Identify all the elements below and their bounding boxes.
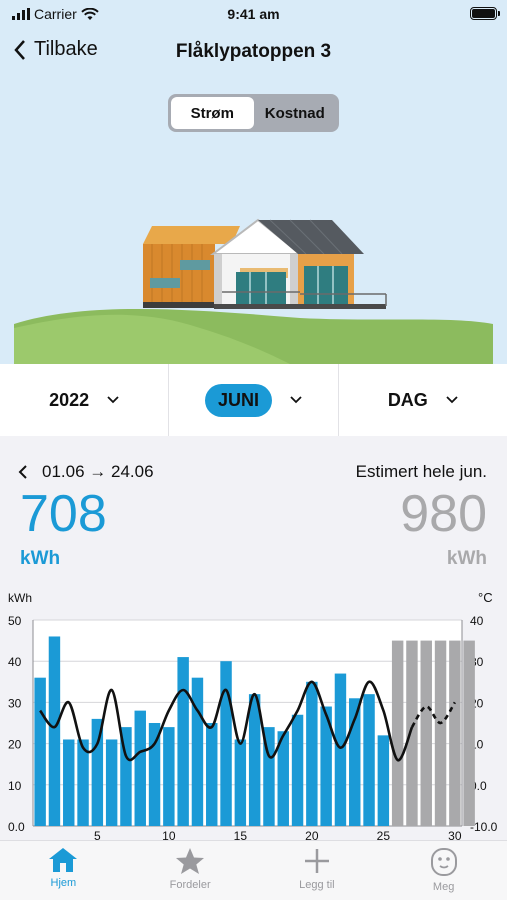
star-icon <box>176 848 205 874</box>
tab-label: Hjem <box>50 877 77 889</box>
bar-actual-day-19 <box>291 714 304 826</box>
tab-meg[interactable]: Meg <box>380 841 507 900</box>
chevron-left-icon <box>14 39 25 60</box>
used-unit: kWh <box>20 548 61 569</box>
bar-actual-day-15 <box>234 739 247 826</box>
tab-label: Legg til <box>299 879 335 891</box>
tab-hjem[interactable]: Hjem <box>0 841 127 900</box>
view-segmented-control: Strøm Kostnad <box>168 94 339 132</box>
chevron-down-icon <box>107 396 119 404</box>
x-tick-label: 25 <box>377 829 391 840</box>
house-illustration <box>14 218 493 364</box>
month-selector[interactable]: JUNI <box>169 364 339 436</box>
estimate-label: Estimert hele jun. <box>355 462 487 481</box>
chevron-down-icon <box>290 396 302 404</box>
y-left-tick-label: 50 <box>8 614 22 628</box>
bar-estimated-day-26 <box>391 640 404 826</box>
month-value: JUNI <box>204 383 272 417</box>
chevron-down-icon <box>446 396 458 404</box>
bar-estimated-day-29 <box>434 640 447 826</box>
bar-actual-day-13 <box>206 723 218 826</box>
consumption-summary: 01.06 → 24.06 Estimert hele jun. 708 980… <box>0 436 507 586</box>
bar-actual-day-16 <box>248 694 261 826</box>
bar-actual-day-12 <box>191 677 204 826</box>
bar-actual-day-22 <box>334 673 347 826</box>
y-left-tick-label: 30 <box>8 696 22 710</box>
bar-actual-day-1 <box>34 677 46 826</box>
bar-actual-day-5 <box>91 718 104 826</box>
y-right-unit-label: °C <box>478 590 493 605</box>
battery-icon <box>470 7 500 20</box>
chevron-left-icon[interactable] <box>18 464 28 480</box>
bar-estimated-day-31 <box>463 640 475 826</box>
y-left-tick-label: 40 <box>8 655 22 669</box>
bar-actual-day-20 <box>306 681 318 826</box>
bar-actual-day-8 <box>134 710 146 826</box>
estimate-value: 980 <box>400 485 487 543</box>
year-selector[interactable]: 2022 <box>0 364 170 436</box>
status-time: 9:41 am <box>227 6 280 22</box>
period-nav: 01.06 → 24.06 <box>18 462 154 482</box>
back-label: Tilbake <box>34 38 98 60</box>
bar-estimated-day-28 <box>420 640 432 826</box>
x-tick-label: 10 <box>162 829 176 840</box>
status-bar: Carrier 9:41 am <box>0 0 507 28</box>
plus-icon <box>304 849 329 873</box>
hero-area: Tilbake Flåklypatoppen 3 Strøm Kostnad <box>0 28 507 364</box>
home-icon <box>49 848 78 872</box>
bar-estimated-day-27 <box>406 640 418 826</box>
x-tick-label: 15 <box>234 829 248 840</box>
bar-actual-day-2 <box>48 636 61 826</box>
bar-actual-day-3 <box>63 739 75 826</box>
bar-estimated-day-30 <box>449 640 461 826</box>
y-left-tick-label: 10 <box>8 779 22 793</box>
granularity-value: DAG <box>387 389 428 410</box>
year-value: 2022 <box>49 389 90 410</box>
y-left-unit-label: kWh <box>8 591 32 605</box>
used-value: 708 <box>20 485 107 543</box>
bar-actual-day-25 <box>377 735 390 826</box>
y-left-tick-label: 0.0 <box>8 820 25 834</box>
back-button[interactable]: Tilbake <box>14 38 98 61</box>
estimate-unit: kWh <box>446 548 487 569</box>
tab-label: Meg <box>432 881 455 893</box>
tab-fordeler[interactable]: Fordeler <box>127 841 254 900</box>
x-tick-label: 20 <box>305 829 319 840</box>
bar-actual-day-11 <box>177 657 189 826</box>
bar-actual-day-14 <box>220 661 232 826</box>
tab-label: Fordeler <box>169 879 211 891</box>
tab-legg-til[interactable]: Legg til <box>254 841 381 900</box>
granularity-selector[interactable]: DAG <box>339 364 507 436</box>
y-right-tick-label: 40 <box>470 614 484 628</box>
bar-actual-day-24 <box>363 694 375 826</box>
face-icon <box>430 848 457 876</box>
period-selector-row: 2022 JUNI DAG <box>0 364 507 436</box>
segment-kostnad[interactable]: Kostnad <box>254 97 337 129</box>
period-range: 01.06 → 24.06 <box>42 462 154 481</box>
consumption-chart: 50403020100.0403020100.0-10.0kWh °C5 10 15 2… <box>8 590 498 840</box>
bar-actual-day-10 <box>163 727 175 826</box>
x-tick-label: 30 <box>448 829 462 840</box>
bar-actual-day-6 <box>105 739 118 826</box>
segment-strom[interactable]: Strøm <box>171 97 254 129</box>
x-tick-label: 5 <box>94 829 101 840</box>
y-left-tick-label: 20 <box>8 738 22 752</box>
tab-bar: Hjem Fordeler Legg til Meg <box>0 840 507 900</box>
